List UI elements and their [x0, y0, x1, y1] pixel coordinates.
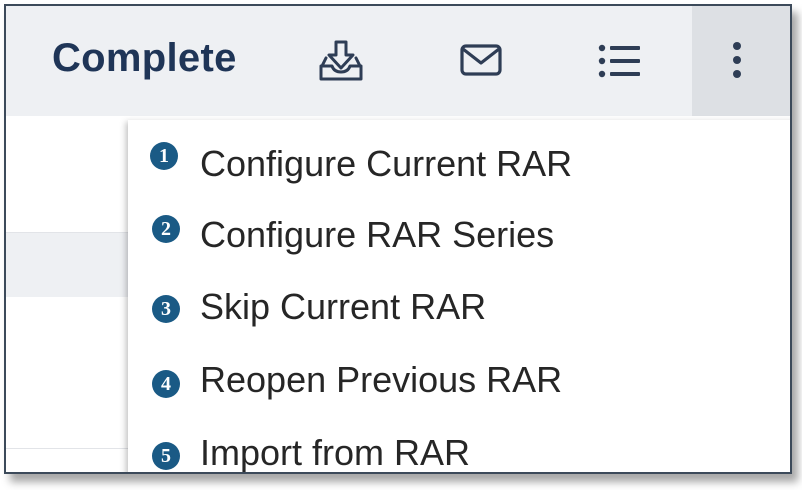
screenshot-frame: Complete 1 Configure Current RAR 2 Confi… — [4, 4, 792, 474]
number-badge: 2 — [152, 215, 180, 243]
status-complete-label: Complete — [52, 36, 237, 80]
number-badge: 1 — [150, 142, 178, 170]
number-badge: 5 — [152, 442, 180, 470]
menu-item-configure-rar-series[interactable]: 2 Configure RAR Series — [128, 198, 788, 264]
background-divider — [6, 448, 136, 449]
envelope-icon[interactable] — [456, 38, 506, 84]
menu-item-label: Configure RAR Series — [200, 214, 555, 255]
menu-item-skip-current-rar[interactable]: 3 Skip Current RAR — [128, 270, 788, 336]
menu-item-configure-current-rar[interactable]: 1 Configure Current RAR — [128, 126, 788, 192]
menu-item-label: Configure Current RAR — [200, 143, 573, 184]
menu-item-label: Skip Current RAR — [200, 286, 487, 327]
dropdown-menu: 1 Configure Current RAR 2 Configure RAR … — [128, 120, 790, 473]
download-tray-icon[interactable] — [316, 38, 366, 84]
menu-item-reopen-previous-rar[interactable]: 4 Reopen Previous RAR — [128, 342, 788, 408]
number-badge: 4 — [152, 370, 180, 398]
more-options-button[interactable] — [692, 6, 790, 116]
list-icon[interactable] — [594, 38, 644, 84]
menu-item-import-from-rar[interactable]: 5 Import from RAR — [128, 414, 788, 473]
menu-item-label: Import from RAR — [200, 432, 471, 473]
menu-item-label: Reopen Previous RAR — [200, 359, 563, 400]
toolbar: Complete — [6, 6, 790, 116]
background-row — [6, 232, 136, 297]
more-vertical-icon — [733, 42, 741, 78]
number-badge: 3 — [152, 295, 180, 323]
